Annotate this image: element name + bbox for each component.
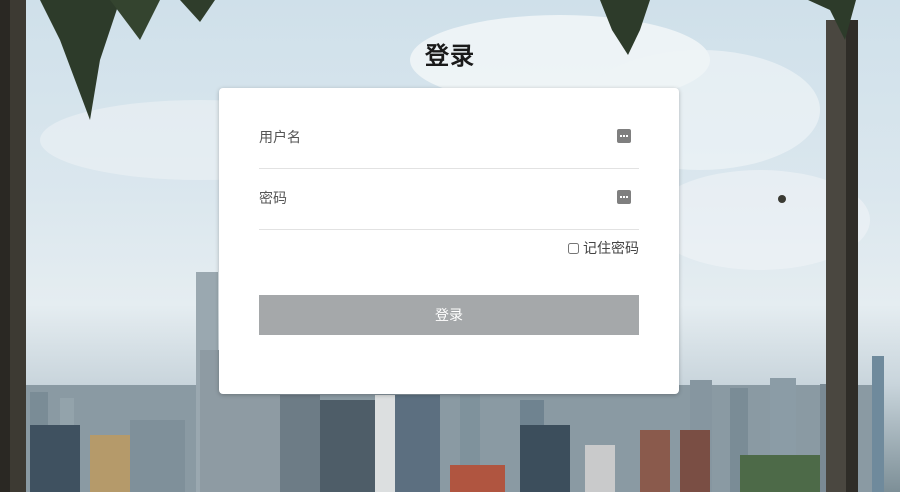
login-button[interactable]: 登录: [259, 295, 639, 335]
login-page: 登录 记住密码 登录: [0, 0, 900, 492]
remember-password-checkbox[interactable]: [568, 242, 579, 254]
keyboard-icon[interactable]: [617, 129, 631, 143]
password-field: [259, 169, 639, 230]
keyboard-icon[interactable]: [617, 190, 631, 204]
page-title: 登录: [425, 41, 475, 70]
password-input[interactable]: [259, 169, 599, 229]
login-card: 记住密码 登录: [219, 88, 679, 394]
username-field: [259, 108, 639, 169]
remember-password-label: 记住密码: [583, 241, 639, 257]
remember-password[interactable]: 记住密码: [568, 238, 639, 258]
username-input[interactable]: [259, 108, 599, 168]
